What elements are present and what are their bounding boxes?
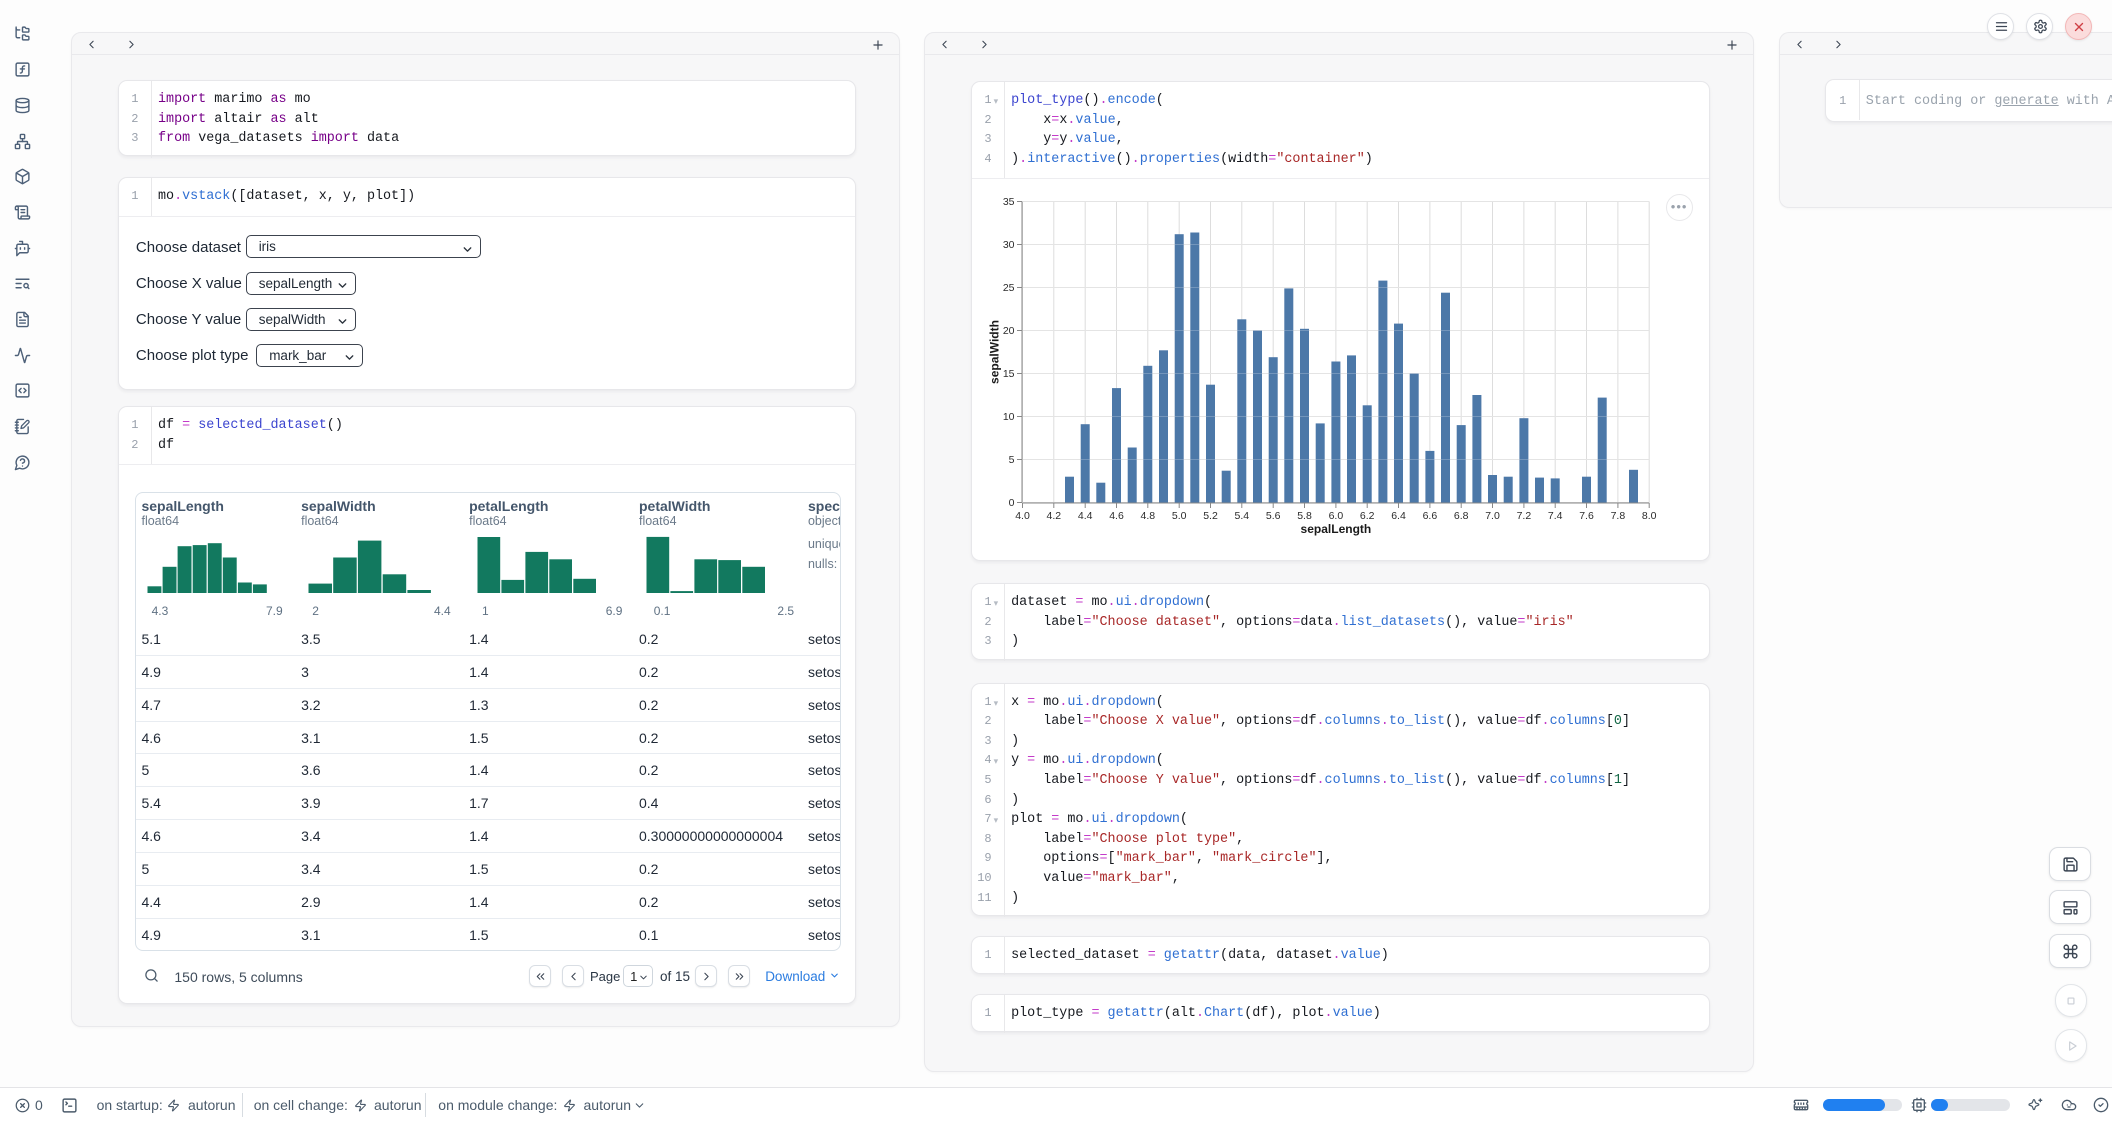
svg-text:4.0: 4.0 (1015, 510, 1030, 522)
svg-text:5.4: 5.4 (1234, 510, 1249, 522)
svg-text:7.4: 7.4 (1547, 510, 1562, 522)
svg-text:7.6: 7.6 (1579, 510, 1594, 522)
svg-text:4.8: 4.8 (1140, 510, 1155, 522)
svg-text:7.8: 7.8 (1610, 510, 1625, 522)
svg-text:6.0: 6.0 (1328, 510, 1343, 522)
svg-text:20: 20 (1002, 325, 1014, 337)
svg-text:sepalLength: sepalLength (1300, 522, 1371, 536)
svg-text:7.2: 7.2 (1516, 510, 1531, 522)
svg-text:6.2: 6.2 (1359, 510, 1374, 522)
svg-text:4.4: 4.4 (1077, 510, 1092, 522)
svg-text:10: 10 (1002, 411, 1014, 423)
svg-text:5: 5 (1008, 454, 1014, 466)
svg-text:7.0: 7.0 (1485, 510, 1500, 522)
svg-text:8.0: 8.0 (1641, 510, 1656, 522)
svg-text:6.6: 6.6 (1422, 510, 1437, 522)
svg-text:25: 25 (1002, 282, 1014, 294)
svg-text:6.8: 6.8 (1453, 510, 1468, 522)
svg-text:6.4: 6.4 (1391, 510, 1406, 522)
svg-text:sepalWidth: sepalWidth (987, 320, 1001, 384)
svg-text:5.8: 5.8 (1297, 510, 1312, 522)
svg-text:4.2: 4.2 (1046, 510, 1061, 522)
svg-text:5.0: 5.0 (1171, 510, 1186, 522)
svg-text:5.6: 5.6 (1265, 510, 1280, 522)
svg-text:5.2: 5.2 (1203, 510, 1218, 522)
svg-text:15: 15 (1002, 368, 1014, 380)
svg-text:35: 35 (1002, 196, 1014, 208)
svg-text:4.6: 4.6 (1109, 510, 1124, 522)
svg-text:0: 0 (1008, 497, 1014, 509)
svg-text:30: 30 (1002, 239, 1014, 251)
